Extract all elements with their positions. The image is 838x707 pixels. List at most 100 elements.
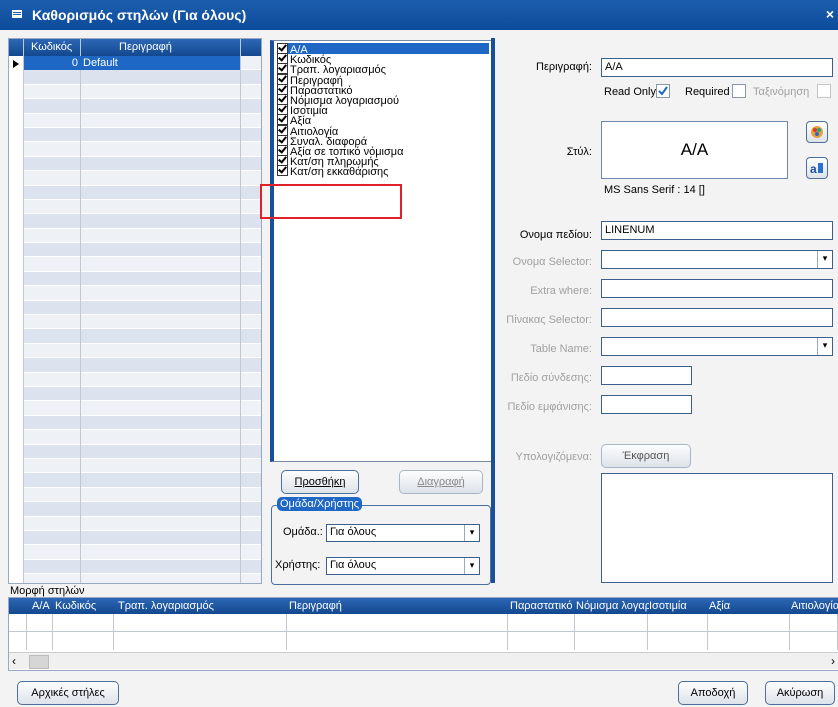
current-row-arrow-icon [13,60,19,68]
table-row[interactable] [9,530,261,546]
sort-checkbox[interactable] [817,84,831,98]
checkbox-icon[interactable] [277,165,288,177]
user-select[interactable]: Για όλους ▾ [326,557,480,575]
table-row[interactable] [9,415,261,431]
selector-table-field[interactable] [601,308,833,327]
table-row[interactable] [9,473,261,488]
scroll-thumb[interactable] [29,655,49,669]
readonly-checkbox[interactable] [656,84,670,98]
field-name-field[interactable]: LINENUM [601,221,833,240]
columns-checklist[interactable]: A/A Κωδικός Τραπ. λογαριασμός Περιγραφή Παρα… [270,40,493,462]
column-format-header-cell[interactable]: A/A [32,600,54,612]
expression-textarea[interactable] [601,473,833,583]
column-format-header-cell[interactable]: Ισοτιμία [649,600,709,612]
column-format-header-cell[interactable]: Νόμισμα λογαρ [576,600,649,612]
computed-label: Υπολογιζόμενα: [515,451,592,463]
table-row[interactable] [9,386,261,402]
initial-columns-button[interactable]: Αρχικές στήλες [17,681,119,705]
table-row[interactable] [9,243,261,258]
column-format-header-cell[interactable]: Περιγραφή [289,600,509,612]
extra-where-field[interactable] [601,279,833,298]
group-select[interactable]: Για όλους ▾ [326,524,480,542]
column-format-header-cell[interactable]: Παραστατικό [510,600,576,612]
table-row[interactable] [9,185,261,200]
table-row[interactable] [9,372,261,387]
group-select-value: Για όλους [330,526,377,538]
row-code: 0 [71,57,78,69]
layouts-grid[interactable]: Κωδικός Περιγραφή 0 Default [8,38,262,584]
window-title: Καθορισμός στηλών (Για όλους) [32,7,247,23]
table-row[interactable] [9,286,261,301]
table-name-label: Table Name: [530,343,592,355]
table-row[interactable] [9,559,261,575]
description-field[interactable]: A/A [601,58,833,77]
table-row[interactable] [9,315,261,330]
cancel-button[interactable]: Ακύρωση [765,681,835,705]
column-checklist-label: Κατ/ση εκκαθάρισης [290,166,389,179]
table-row[interactable] [9,502,261,517]
chevron-down-icon[interactable]: ▾ [817,251,832,268]
add-button[interactable]: Προσθήκη [281,470,359,494]
table-row[interactable] [9,329,261,344]
table-row[interactable] [9,228,261,244]
table-row[interactable] [9,99,261,114]
column-format-header-cell[interactable]: Αξία [709,600,791,612]
accept-button[interactable]: Αποδοχή [678,681,748,705]
scroll-left-icon[interactable]: ‹ [12,654,16,668]
chevron-down-icon[interactable]: ▾ [464,525,479,541]
table-row[interactable] [9,574,261,583]
table-row[interactable] [9,458,261,474]
table-row[interactable] [9,113,261,128]
column-format-header-cell[interactable]: Τραπ. λογαριασμός [118,600,288,612]
table-row[interactable] [9,199,261,215]
table-row[interactable] [9,156,261,172]
highlight-box [260,184,402,219]
col-desc-header[interactable]: Περιγραφή [119,41,172,53]
table-row[interactable]: 0 Default [24,56,240,70]
expression-button[interactable]: Έκφραση [601,444,691,468]
font-icon[interactable]: a [806,157,828,179]
layouts-grid-header: Κωδικός Περιγραφή [9,39,261,56]
table-row[interactable] [9,545,261,560]
table-row[interactable] [9,70,261,85]
chevron-down-icon[interactable]: ▾ [817,338,832,355]
table-row[interactable] [9,271,261,287]
description-value: A/A [605,61,623,73]
table-row[interactable] [9,257,261,272]
table-row[interactable] [9,127,261,143]
display-field[interactable] [601,395,692,414]
required-label: Required [685,86,730,98]
row-indicator-column [9,56,23,583]
extra-where-label: Extra where: [530,285,592,297]
table-row[interactable] [9,487,261,503]
table-row[interactable] [9,84,261,100]
close-icon[interactable]: × [826,6,834,22]
style-preview-text: A/A [680,140,709,159]
column-format-header-cell[interactable]: Αιτιολογία [791,600,838,612]
group-user-title: Ομάδα/Χρήστης [277,497,363,511]
table-row[interactable] [9,214,261,229]
scroll-right-icon[interactable]: › [831,654,835,668]
chevron-down-icon[interactable]: ▾ [464,558,479,574]
link-field[interactable] [601,366,692,385]
required-checkbox[interactable] [732,84,746,98]
color-palette-icon[interactable] [806,121,828,143]
table-row[interactable] [9,358,261,373]
delete-button[interactable]: Διαγραφή [399,470,483,494]
table-row[interactable] [9,401,261,416]
table-row[interactable] [9,142,261,157]
link-field-label: Πεδίο σύνδεσης: [510,372,592,384]
table-row[interactable] [9,444,261,459]
table-row[interactable] [9,300,261,316]
col-code-header[interactable]: Κωδικός [31,41,72,53]
column-format-header-cell[interactable]: Κωδικός [55,600,115,612]
table-name-select[interactable]: ▾ [601,337,833,356]
table-row[interactable] [9,516,261,531]
title-bar: Καθορισμός στηλών (Για όλους) × [0,0,838,30]
table-row[interactable] [9,171,261,186]
horizontal-scrollbar[interactable]: ‹ › [9,652,838,669]
table-row[interactable] [9,430,261,445]
column-checklist-item[interactable]: Κατ/ση εκκαθάρισης [277,165,389,179]
selector-name-select[interactable]: ▾ [601,250,833,269]
table-row[interactable] [9,343,261,359]
